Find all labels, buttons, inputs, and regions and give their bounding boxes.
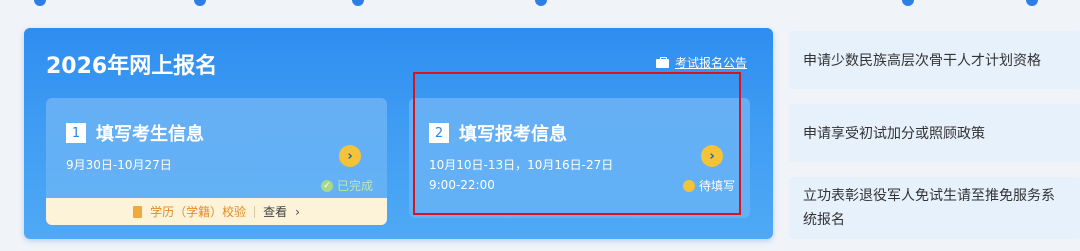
top-dot — [1026, 0, 1038, 6]
step-1-status-label: 已完成 — [337, 179, 374, 193]
sidebar-item-label: 申请少数民族高层次骨干人才计划资格 — [803, 53, 1041, 69]
sidebar-item-veteran-exemption[interactable]: 立功表彰退役军人免试生请至推免服务系 统报名 — [789, 177, 1080, 239]
view-link[interactable]: 查看 — [263, 203, 287, 220]
highlight-box — [413, 72, 741, 215]
top-dot — [194, 0, 206, 6]
sidebar-item-label-line2: 统报名 — [803, 212, 845, 228]
panel-title: 2026年网上报名 — [46, 54, 218, 79]
education-verify-bar[interactable]: 学历（学籍）校验 查看 › — [46, 198, 387, 225]
sidebar-item-minority-talent[interactable]: 申请少数民族高层次骨干人才计划资格 — [789, 31, 1080, 89]
top-dot — [352, 0, 364, 6]
step-1-status: ✓ 已完成 — [321, 177, 373, 194]
sidebar-item-bonus-policy[interactable]: 申请享受初试加分或照顾政策 — [789, 104, 1080, 162]
step-1-header: 1 填写考生信息 — [66, 120, 204, 146]
step-card-1[interactable]: 1 填写考生信息 9月30日-10月27日 › ✓ 已完成 学历（学籍）校验 查… — [46, 98, 387, 225]
notice-link-label: 考试报名公告 — [674, 56, 747, 70]
notice-link[interactable]: 考试报名公告 — [655, 54, 747, 71]
verify-label: 学历（学籍）校验 — [150, 205, 247, 219]
step-1-date: 9月30日-10月27日 — [66, 158, 172, 172]
document-icon — [133, 205, 143, 218]
arrow-right-icon: › — [347, 148, 353, 164]
step-1-go-button[interactable]: › — [339, 145, 361, 167]
sidebar-item-label-line1: 立功表彰退役军人免试生请至推免服务系 — [803, 188, 1055, 204]
divider — [254, 205, 256, 218]
step-1-title: 填写考生信息 — [96, 124, 204, 145]
check-circle-icon: ✓ — [321, 179, 333, 192]
chevron-right-icon: › — [295, 204, 300, 219]
top-dot — [34, 0, 46, 6]
top-dot — [902, 0, 914, 6]
step-1-number: 1 — [66, 123, 86, 143]
top-dot — [535, 0, 547, 6]
notice-icon — [655, 57, 669, 68]
sidebar-item-label: 申请享受初试加分或照顾政策 — [803, 126, 985, 142]
